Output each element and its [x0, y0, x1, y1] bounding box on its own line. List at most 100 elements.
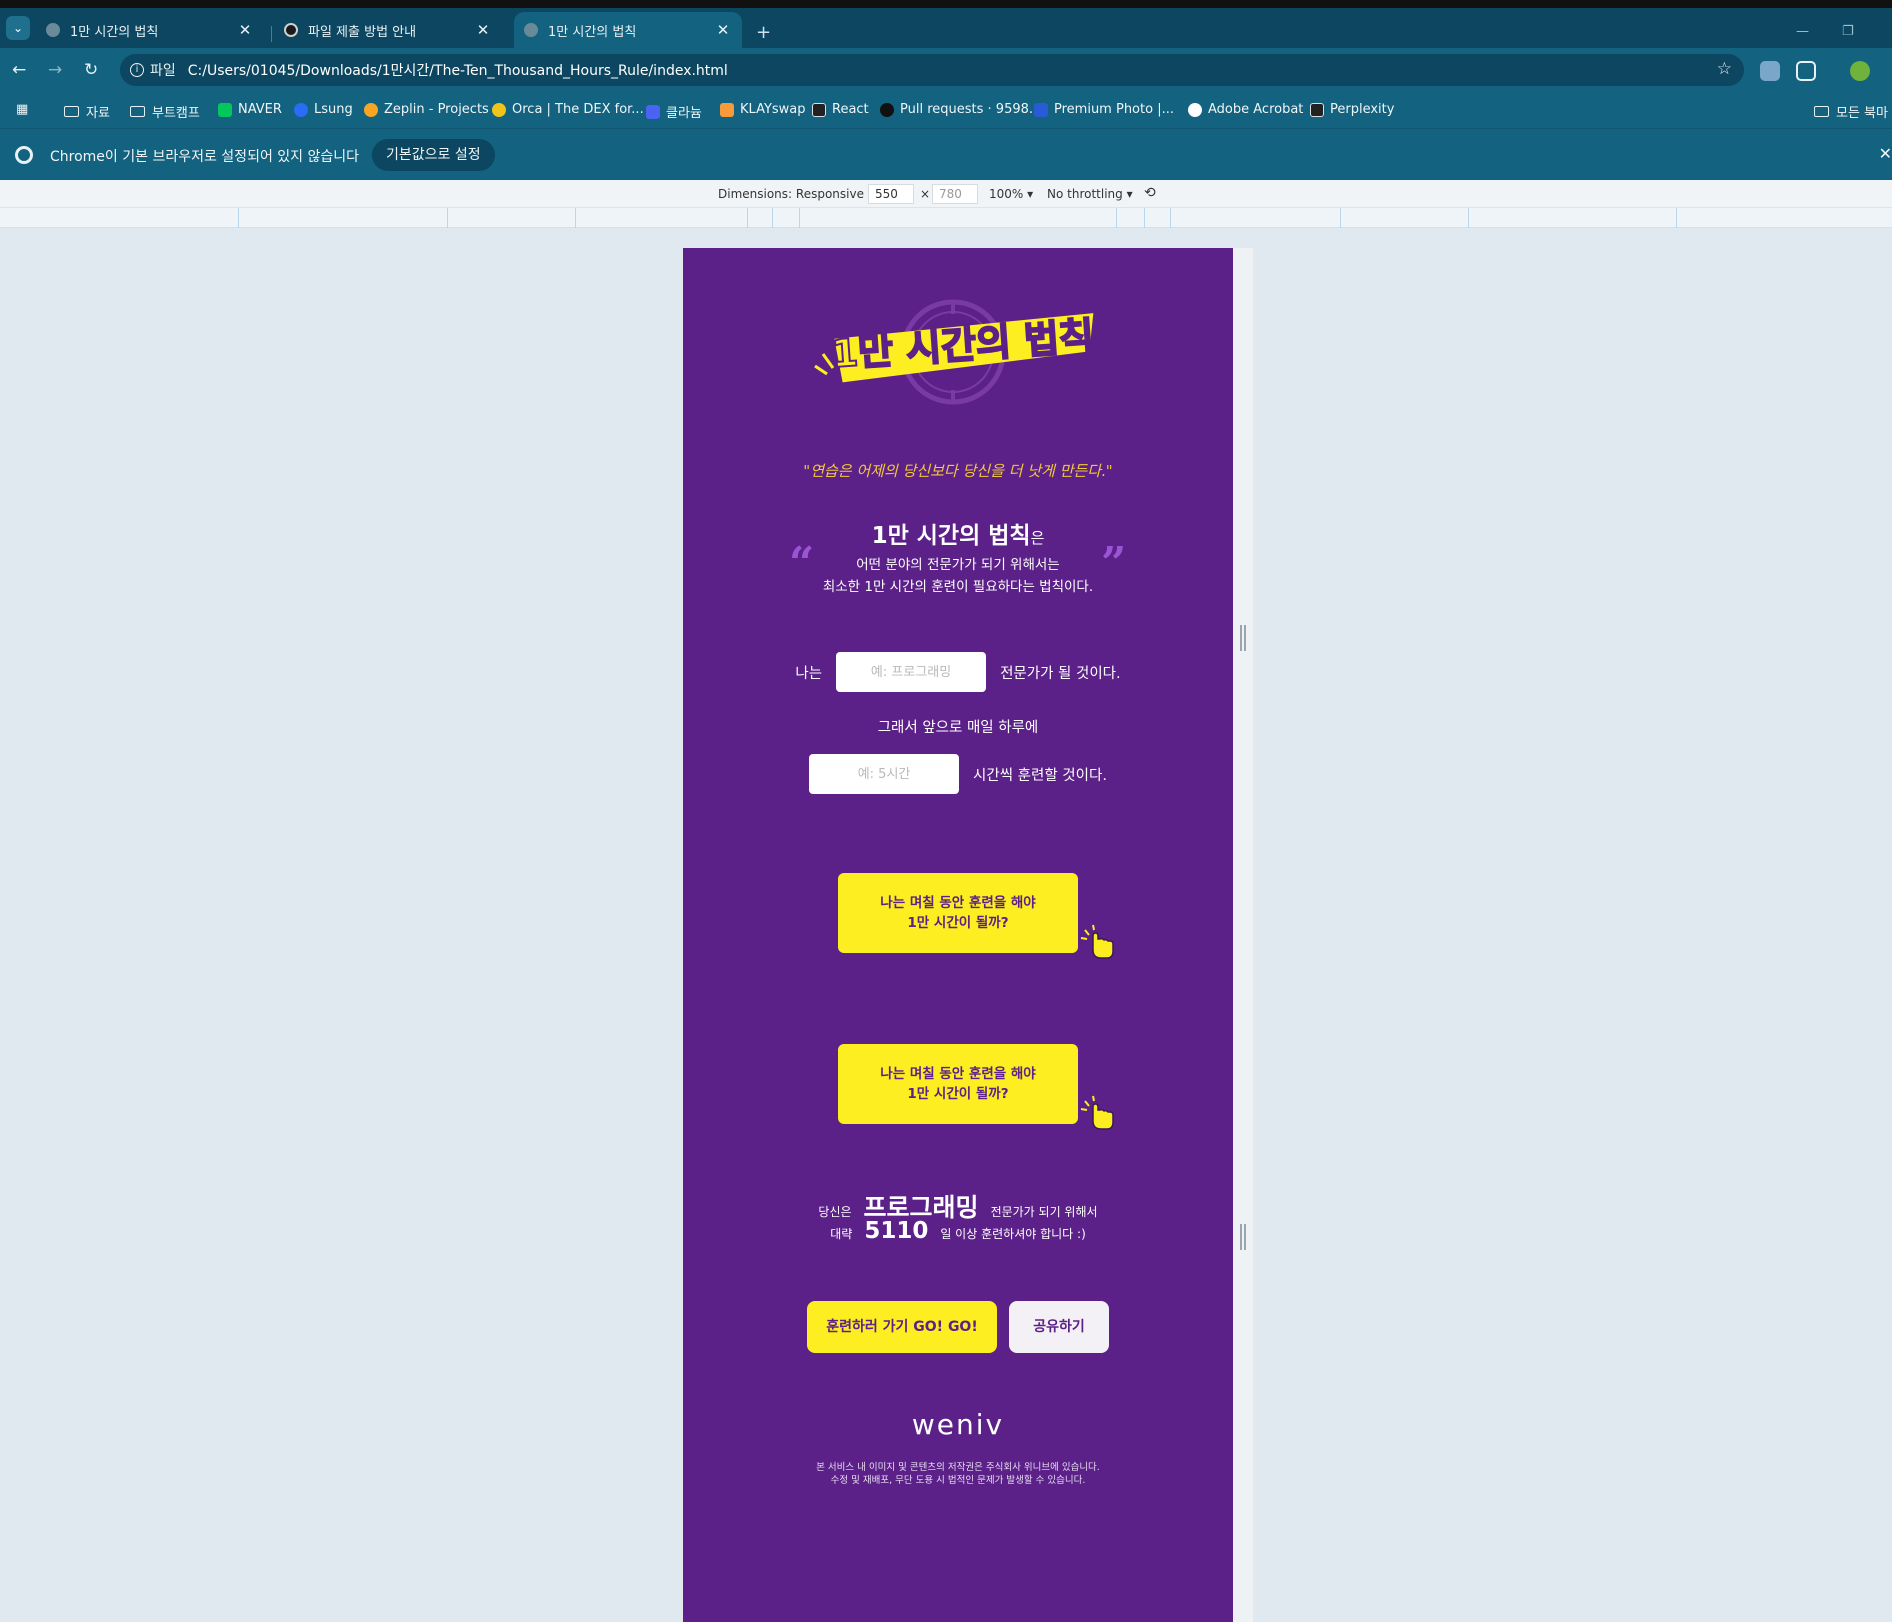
- tab-3-active[interactable]: 1만 시간의 법칙 ✕: [514, 12, 742, 48]
- scheme-label: 파일: [150, 63, 176, 79]
- bookmark-perplexity[interactable]: Perplexity: [1310, 102, 1394, 117]
- apps-grid-icon[interactable]: ▦: [16, 102, 28, 117]
- tab-title: 1만 시간의 법칙: [70, 24, 159, 40]
- notion-icon: [812, 102, 826, 117]
- bookmark-label: KLAYswap: [740, 102, 806, 117]
- bookmark-klayswap[interactable]: KLAYswap: [720, 102, 806, 117]
- tab-title: 1만 시간의 법칙: [548, 24, 637, 40]
- bookmark-pull-requests[interactable]: Pull requests · 9598...: [880, 102, 1041, 117]
- infobar-message: Chrome이 기본 브라우저로 설정되어 있지 않습니다: [50, 149, 360, 165]
- share-button[interactable]: 공유하기: [1009, 1301, 1109, 1353]
- minimize-icon[interactable]: —: [1796, 24, 1809, 39]
- resize-gutter: [1233, 248, 1253, 1622]
- folder-icon: [130, 106, 145, 117]
- field-prefix: 나는: [795, 665, 823, 682]
- bookmark-react[interactable]: React: [812, 102, 869, 117]
- media-query-ruler: [0, 208, 1892, 228]
- all-bookmarks-folder[interactable]: 모든 북마: [1814, 102, 1888, 121]
- field-suffix: 전문가가 될 것이다.: [1000, 665, 1121, 682]
- naver-icon: [218, 102, 232, 117]
- klayswap-icon: [720, 102, 734, 117]
- tab-search-button[interactable]: ⌄: [6, 16, 30, 40]
- bookmark-label: NAVER: [238, 102, 282, 117]
- site-info-chip[interactable]: i 파일: [130, 60, 176, 80]
- puzzle-extensions-icon[interactable]: [1796, 61, 1816, 81]
- resize-handle[interactable]: [1240, 625, 1246, 651]
- copyright-notice: 본 서비스 내 이미지 및 콘텐츠의 저작권은 주식회사 위니브에 있습니다. …: [683, 1461, 1233, 1487]
- set-default-button[interactable]: 기본값으로 설정: [372, 139, 495, 171]
- throttling-dropdown[interactable]: No throttling ▾: [1047, 187, 1133, 201]
- motivational-quote: "연습은 어제의 당신보다 당신을 더 낫게 만든다.": [803, 462, 1113, 480]
- bookmark-orca[interactable]: Orca | The DEX for...: [492, 102, 644, 117]
- extension-icon[interactable]: [1760, 61, 1780, 81]
- bookmark-folder-자료[interactable]: 자료: [64, 102, 110, 121]
- rule-line-2: 최소한 1만 시간의 훈련이 필요하다는 법칙이다.: [822, 579, 1094, 595]
- close-icon[interactable]: ✕: [1879, 144, 1892, 163]
- site-favicon-icon: [284, 23, 298, 37]
- calculate-button-duplicate[interactable]: 나는 며칠 동안 훈련을 해야 1만 시간이 될까?: [838, 1044, 1078, 1124]
- back-icon[interactable]: ←: [12, 60, 26, 80]
- omnibox[interactable]: i 파일 C:/Users/01045/Downloads/1만시간/The-T…: [120, 54, 1744, 86]
- ruler-tick: [1116, 208, 1117, 228]
- bookmark-label: 자료: [86, 106, 110, 121]
- bookmark-naver[interactable]: NAVER: [218, 102, 282, 117]
- globe-icon: [46, 23, 60, 37]
- go-training-button[interactable]: 훈련하러 가기 GO! GO!: [807, 1301, 997, 1353]
- rotate-icon[interactable]: ⟲: [1144, 185, 1156, 201]
- dimensions-label: Dimensions: Responsive: [718, 187, 864, 201]
- bookmark-premium-photo[interactable]: Premium Photo |...: [1034, 102, 1174, 117]
- ruler-tick: [799, 208, 800, 228]
- globe-icon: [524, 23, 538, 37]
- weniv-logo: weniv: [911, 1408, 1005, 1441]
- rule-title-suffix: 은: [1030, 529, 1045, 547]
- time-input[interactable]: [809, 754, 960, 794]
- close-tab-icon[interactable]: ✕: [714, 21, 732, 39]
- resize-handle[interactable]: [1240, 1224, 1246, 1250]
- forward-icon[interactable]: →: [48, 60, 62, 80]
- ruler-tick: [575, 208, 576, 228]
- bookmark-label: 부트캠프: [152, 106, 200, 121]
- profile-avatar[interactable]: [1850, 61, 1870, 81]
- ruler-tick: [772, 208, 773, 228]
- bookmark-adobe-acrobat[interactable]: Adobe Acrobat: [1188, 102, 1303, 117]
- bookmark-label: React: [832, 102, 869, 117]
- bookmark-klaytn[interactable]: 클라늄: [646, 102, 702, 121]
- device-toolbar: Dimensions: Responsive ▾ 550 × 780 100% …: [0, 180, 1892, 208]
- height-input[interactable]: 780: [932, 184, 978, 204]
- close-tab-icon[interactable]: ✕: [236, 21, 254, 39]
- default-browser-infobar: Chrome이 기본 브라우저로 설정되어 있지 않습니다 기본값으로 설정 ✕: [0, 128, 1892, 180]
- result-days: 5110: [864, 1218, 929, 1244]
- bookmark-star-icon[interactable]: ☆: [1717, 59, 1732, 79]
- bookmark-label: Orca | The DEX for...: [512, 102, 644, 117]
- bookmarks-bar: ▦ 자료 부트캠프 NAVER Lsung Zeplin - Projects …: [0, 94, 1892, 128]
- tab-1[interactable]: 1만 시간의 법칙 ✕: [36, 12, 264, 48]
- tab-bar: ⌄ 1만 시간의 법칙 ✕ 파일 제출 방법 안내 ✕ 1만 시간의 법칙 ✕ …: [0, 8, 1892, 48]
- close-tab-icon[interactable]: ✕: [474, 21, 492, 39]
- width-input[interactable]: 550: [868, 184, 914, 204]
- rule-line-1: 어떤 분야의 전문가가 되기 위해서는: [856, 557, 1060, 573]
- page-viewport: 1만 시간의 법칙 "연습은 어제의 당신보다 당신을 더 낫게 만든다." “…: [683, 248, 1233, 1622]
- calculate-button[interactable]: 나는 며칠 동안 훈련을 해야 1만 시간이 될까?: [838, 873, 1078, 953]
- new-tab-icon[interactable]: +: [756, 22, 771, 43]
- tab-separator: [271, 26, 272, 42]
- zoom-dropdown[interactable]: 100% ▾: [989, 187, 1033, 201]
- url-text: C:/Users/01045/Downloads/1만시간/The-Ten_Th…: [187, 63, 728, 79]
- ruler-tick: [238, 208, 239, 228]
- bookmark-lsung[interactable]: Lsung: [294, 102, 353, 117]
- pointing-hand-icon: [1080, 924, 1114, 959]
- field-input[interactable]: [836, 652, 987, 692]
- orca-icon: [492, 102, 506, 117]
- window-top-strip: [0, 0, 1892, 8]
- bookmark-zeplin[interactable]: Zeplin - Projects: [364, 102, 489, 117]
- chrome-icon: [15, 146, 33, 164]
- dimensions-dropdown[interactable]: Dimensions: Responsive ▾: [718, 187, 874, 201]
- daily-text: 그래서 앞으로 매일 하루에: [877, 719, 1039, 736]
- tab-2[interactable]: 파일 제출 방법 안내 ✕: [274, 12, 502, 48]
- zoom-label: 100%: [989, 187, 1024, 201]
- result-days-tail: 일 이상 훈련하셔야 합니다 :): [940, 1227, 1086, 1241]
- reload-icon[interactable]: ↻: [84, 60, 98, 80]
- restore-icon[interactable]: ❐: [1842, 24, 1854, 39]
- bookmark-folder-부트캠프[interactable]: 부트캠프: [130, 102, 200, 121]
- svg-text:1만 시간의 법칙: 1만 시간의 법칙: [830, 314, 1095, 376]
- bookmark-label: 클라늄: [666, 106, 702, 121]
